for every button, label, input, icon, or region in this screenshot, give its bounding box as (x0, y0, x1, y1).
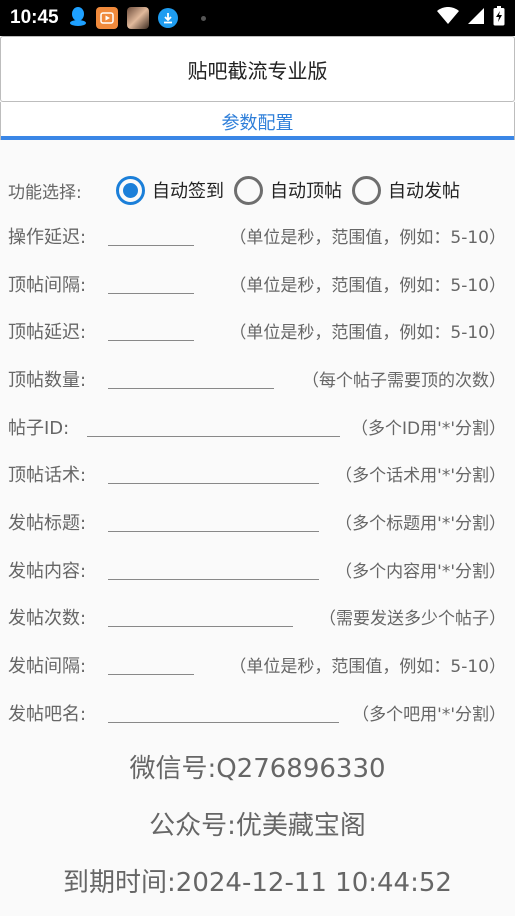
field-hint: （单位是秒，范围值，例如：5-10） (229, 228, 506, 248)
tab-params-config[interactable]: 参数配置 (222, 109, 294, 135)
signal-icon (467, 7, 485, 29)
bump-script-input[interactable] (108, 483, 319, 484)
post-count-input[interactable] (108, 626, 293, 627)
wechat-id: 微信号:Q276896330 (129, 754, 386, 784)
field-label: 发帖吧名: (8, 704, 87, 725)
post-interval-input[interactable] (108, 674, 194, 675)
battery-charging-icon (493, 6, 505, 30)
field-hint: （多个吧用'*'分割） (352, 705, 506, 725)
radio-unchecked-icon[interactable] (352, 175, 381, 205)
post-id-input[interactable] (87, 436, 340, 437)
field-label: 顶帖数量: (8, 370, 87, 391)
wifi-icon (437, 6, 459, 29)
radio-checked-icon[interactable] (116, 175, 145, 205)
field-label: 发帖内容: (8, 561, 87, 582)
app-title: 贴吧截流专业版 (187, 58, 328, 83)
tab-bar: 参数配置 (0, 102, 515, 140)
field-post-interval: 发帖间隔: （单位是秒，范围值，例如：5-10） (8, 649, 508, 681)
qq-icon (69, 6, 87, 31)
radio-unchecked-icon[interactable] (234, 175, 263, 205)
bump-delay-input[interactable] (108, 340, 194, 341)
radio-auto-bump[interactable]: 自动顶帖 (234, 175, 342, 205)
field-label: 发帖间隔: (8, 656, 87, 677)
field-bump-script: 顶帖话术: （多个话术用'*'分割） (8, 458, 508, 490)
field-bump-count: 顶帖数量: （每个帖子需要顶的次数） (8, 363, 508, 395)
field-label: 帖子ID: (8, 418, 70, 439)
field-label: 发帖标题: (8, 513, 87, 534)
field-hint: （每个帖子需要顶的次数） (302, 371, 506, 391)
field-post-id: 帖子ID: （多个ID用'*'分割） (8, 411, 508, 443)
field-label: 顶帖间隔: (8, 275, 87, 296)
field-hint: （需要发送多少个帖子） (319, 609, 506, 629)
function-select-label: 功能选择: (8, 182, 82, 203)
field-forum-name: 发帖吧名: （多个吧用'*'分割） (8, 697, 508, 729)
official-account: 公众号:优美藏宝阁 (149, 811, 366, 841)
field-hint: （多个话术用'*'分割） (335, 466, 506, 486)
field-label: 顶帖延迟: (8, 322, 87, 343)
radio-label: 自动签到 (152, 181, 224, 202)
field-label: 操作延迟: (8, 227, 87, 248)
post-content-input[interactable] (108, 579, 319, 580)
function-select-row: 功能选择: 自动签到 自动顶帖 自动发帖 (8, 170, 508, 210)
notification-dot (200, 15, 206, 21)
field-hint: （多个ID用'*'分割） (351, 419, 506, 439)
avatar-app-icon (126, 7, 149, 29)
tab-indicator (1, 136, 514, 140)
bump-interval-input[interactable] (108, 293, 194, 294)
radio-auto-signin[interactable]: 自动签到 (116, 175, 224, 205)
field-label: 顶帖话术: (8, 465, 87, 486)
radio-label: 自动发帖 (388, 181, 460, 202)
video-app-icon (95, 7, 118, 29)
field-hint: （多个标题用'*'分割） (335, 514, 506, 534)
forum-name-input[interactable] (108, 722, 339, 723)
field-hint: （单位是秒，范围值，例如：5-10） (229, 657, 506, 677)
field-post-content: 发帖内容: （多个内容用'*'分割） (8, 554, 508, 586)
field-post-title: 发帖标题: （多个标题用'*'分割） (8, 506, 508, 538)
radio-label: 自动顶帖 (270, 181, 342, 202)
bump-count-input[interactable] (108, 388, 274, 389)
status-bar: 10:45 (0, 0, 515, 36)
operation-delay-input[interactable] (108, 245, 194, 246)
expiry-time: 到期时间:2024-12-11 10:44:52 (63, 868, 452, 898)
field-hint: （单位是秒，范围值，例如：5-10） (229, 323, 506, 343)
status-time: 10:45 (10, 7, 59, 28)
field-operation-delay: 操作延迟: （单位是秒，范围值，例如：5-10） (8, 220, 508, 252)
field-post-count: 发帖次数: （需要发送多少个帖子） (8, 601, 508, 633)
field-bump-interval: 顶帖间隔: （单位是秒，范围值，例如：5-10） (8, 268, 508, 300)
field-bump-delay: 顶帖延迟: （单位是秒，范围值，例如：5-10） (8, 315, 508, 347)
download-icon (157, 8, 178, 28)
field-hint: （多个内容用'*'分割） (335, 562, 506, 582)
app-title-bar: 贴吧截流专业版 (0, 36, 515, 102)
field-hint: （单位是秒，范围值，例如：5-10） (229, 276, 506, 296)
field-label: 发帖次数: (8, 608, 87, 629)
post-title-input[interactable] (108, 531, 319, 532)
radio-auto-post[interactable]: 自动发帖 (352, 175, 460, 205)
